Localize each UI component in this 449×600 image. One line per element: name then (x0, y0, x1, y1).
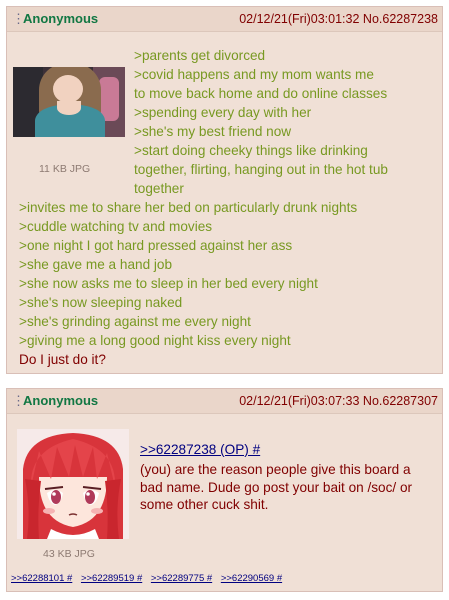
greentext-line: >she's now sleeping naked (19, 295, 183, 310)
post-datetime: 02/12/21(Fri)03:07:33 (239, 394, 360, 408)
post-header: ⋮ Anonymous 02/12/21(Fri)03:07:33 No.622… (7, 389, 442, 414)
backlink[interactable]: >>62290569 # (221, 573, 282, 584)
greentext-line: >she's grinding against me every night (19, 314, 251, 329)
greentext-line: >covid happens and my mom wants me (134, 67, 374, 82)
post-number[interactable]: No.62287307 (363, 394, 438, 408)
post-question: Do I just do it? (19, 352, 106, 367)
post-number[interactable]: No.62287238 (363, 12, 438, 26)
post-reply: ⋮ Anonymous 02/12/21(Fri)03:07:33 No.622… (6, 388, 443, 592)
greentext-line: >invites me to share her bed on particul… (19, 200, 358, 215)
post-menu-icon[interactable]: ⋮ (12, 394, 25, 408)
greentext-line: together, flirting, hanging out in the h… (134, 162, 388, 177)
greentext-line: >she gave me a hand job (19, 257, 173, 272)
greentext-line: >parents get divorced (134, 48, 266, 63)
backlinks: >>62288101 # >>62289519 # >>62289775 # >… (11, 573, 288, 584)
post-datetime: 02/12/21(Fri)03:01:32 (239, 12, 360, 26)
greentext-line: >cuddle watching tv and movies (19, 219, 213, 234)
greentext-line: >giving me a long good night kiss every … (19, 333, 291, 348)
greentext-line: >she's my best friend now (134, 124, 292, 139)
file-info: 43 KB JPG (43, 548, 95, 560)
post-thumbnail-image[interactable] (17, 429, 129, 539)
backlink[interactable]: >>62289775 # (151, 573, 212, 584)
backlink[interactable]: >>62288101 # (11, 573, 72, 584)
file-info: 11 KB JPG (39, 163, 91, 175)
poster-name: Anonymous (23, 11, 99, 26)
post-meta: 02/12/21(Fri)03:07:33 No.62287307 (239, 393, 438, 409)
greentext-line: >she now asks me to sleep in her bed eve… (19, 276, 318, 291)
quote-link[interactable]: >>62287238 (OP) # (140, 441, 260, 459)
greentext-line: >spending every day with her (134, 105, 312, 120)
post-menu-icon[interactable]: ⋮ (12, 12, 25, 26)
anime-girl-image (17, 429, 129, 539)
greentext-line: >start doing cheeky things like drinking (134, 143, 368, 158)
post-thumbnail-image[interactable] (13, 67, 125, 137)
post-header: ⋮ Anonymous 02/12/21(Fri)03:01:32 No.622… (7, 7, 442, 32)
backlink[interactable]: >>62289519 # (81, 573, 142, 584)
poster-name: Anonymous (23, 393, 99, 408)
greentext-line: together (134, 181, 184, 196)
greentext-line: >one night I got hard pressed against he… (19, 238, 293, 253)
post-original: ⋮ Anonymous 02/12/21(Fri)03:01:32 No.622… (6, 6, 443, 374)
post-meta: 02/12/21(Fri)03:01:32 No.62287238 (239, 11, 438, 27)
post-body: (you) are the reason people give this bo… (140, 462, 413, 512)
greentext-line: to move back home and do online classes (134, 86, 388, 101)
